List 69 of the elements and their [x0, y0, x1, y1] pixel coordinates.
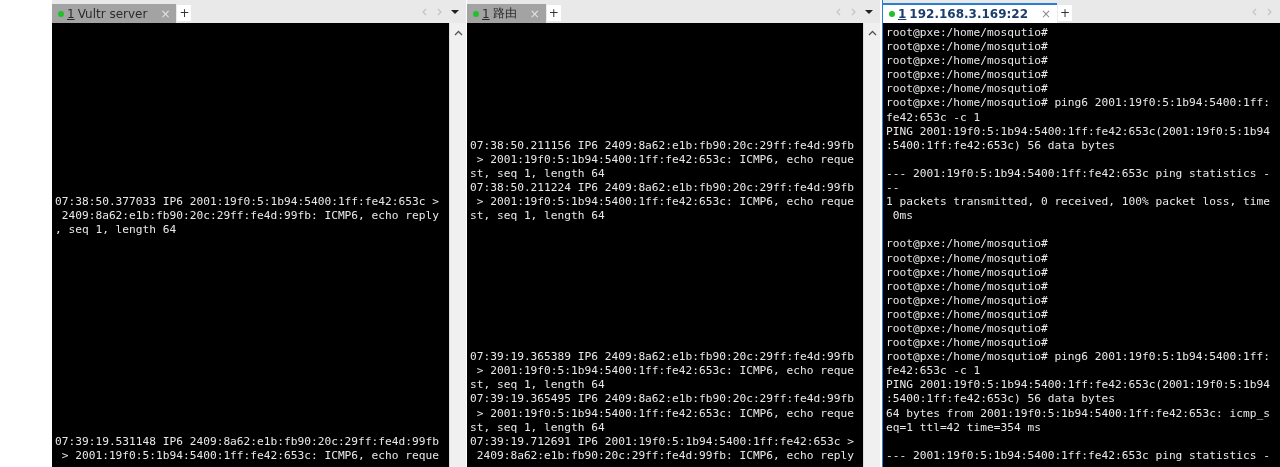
new-tab-button[interactable]: + — [177, 5, 192, 21]
terminal-line: root@pxe:/home/mosqutio# ping6 2001:19f0:5:1b94:5400:1ff: — [886, 96, 1271, 111]
terminal-line: st, seq 1, length 64 — [470, 166, 606, 182]
terminal-line: 0ms — [891, 209, 914, 224]
terminal-line: PING 2001:19f0:5:1b94:5400:1ff:fe42:653c(2001:19f0:5:1b94 — [886, 378, 1271, 393]
scrollbar[interactable] — [863, 23, 880, 467]
terminal-line: PING 2001:19f0:5:1b94:5400:1ff:fe42:653c(2001:19f0:5:1b94 — [886, 124, 1271, 139]
scroll-up-icon[interactable] — [867, 30, 877, 36]
terminal-line: root@pxe:/home/mosqutio# — [886, 307, 1049, 322]
terminal-line: 07:39:19.531148 IP6 2409:8a62:e1b:fb90:20c:29ff:fe4d:99fb — [55, 434, 440, 449]
terminal-line: 07:39:19.712691 IP6 2001:19f0:5:1b94:5400:1ff:fe42:653c > — [470, 434, 855, 449]
terminal-line: 07:39:19.365495 IP6 2409:8a62:e1b:fb90:20c:29ff:fe4d:99fb — [470, 392, 855, 407]
terminal-line: 07:38:50.377033 IP6 2001:19f0:5:1b94:5400:1ff:fe42:653c > — [55, 195, 440, 210]
terminal-line: > 2001:19f0:5:1b94:5400:1ff:fe42:653c: ICMP6, echo reque — [475, 364, 855, 379]
tab-scroll-arrows-icon[interactable] — [834, 7, 858, 17]
terminal-line: 2409:8a62:e1b:fb90:20c:29ff:fe4d:99fb: ICMP6, echo reply — [475, 448, 855, 463]
terminal-line: > 2001:19f0:5:1b94:5400:1ff:fe42:653c: ICMP6, echo reque — [60, 448, 440, 463]
tab-number: 1 — [898, 7, 907, 21]
scroll-up-icon[interactable] — [453, 30, 463, 36]
tab-title: Vultr server — [77, 6, 148, 21]
terminal-line: --- 2001:19f0:5:1b94:5400:1ff:fe42:653c ping statistics - — [886, 448, 1271, 463]
terminal-line: root@pxe:/home/mosqutio# — [886, 68, 1049, 83]
terminal-line: 2409:8a62:e1b:fb90:20c:29ff:fe4d:99fb: ICMP6, echo reply — [60, 209, 440, 224]
tab-title: 192.168.3.169:22 — [909, 7, 1029, 21]
terminal-line: st, seq 1, length 64 — [470, 420, 606, 435]
session-tab[interactable]: 1 Vultr server × — [52, 4, 177, 23]
dropdown-icon[interactable] — [450, 9, 460, 15]
terminal-line: > 2001:19f0:5:1b94:5400:1ff:fe42:653c: ICMP6, echo reque — [475, 195, 855, 210]
new-tab-button[interactable]: + — [546, 5, 561, 21]
session-tab[interactable]: 1 路由 × — [467, 4, 546, 23]
terminal-line: root@pxe:/home/mosqutio# — [886, 54, 1049, 69]
terminal-line: root@pxe:/home/mosqutio# — [886, 336, 1049, 351]
terminal-line: :5400:1ff:fe42:653c) 56 data bytes — [886, 392, 1116, 407]
terminal-line: 07:39:19.365389 IP6 2409:8a62:e1b:fb90:20c:29ff:fe4d:99fb — [470, 350, 855, 365]
terminal-line: st, seq 1, length 64 — [470, 378, 606, 393]
terminal-line: root@pxe:/home/mosqutio# — [886, 26, 1049, 41]
terminal-line: 07:38:50.211224 IP6 2409:8a62:e1b:fb90:20c:29ff:fe4d:99fb — [470, 181, 855, 196]
terminal-line: root@pxe:/home/mosqutio# — [886, 237, 1049, 252]
terminal-line: root@pxe:/home/mosqutio# — [886, 251, 1049, 266]
terminal-line: > 2001:19f0:5:1b94:5400:1ff:fe42:653c: ICMP6, echo reque — [475, 406, 855, 421]
close-tab-button[interactable]: × — [1041, 7, 1052, 21]
tab-scroll-arrows-icon[interactable] — [1250, 7, 1274, 17]
terminal-line: :5400:1ff:fe42:653c) 56 data bytes — [886, 138, 1116, 153]
terminal-line: fe42:653c -c 1 — [886, 110, 982, 125]
terminal-line: fe42:653c -c 1 — [886, 364, 982, 379]
terminal-line: , seq 1, length 64 — [55, 223, 178, 238]
terminal-line: root@pxe:/home/mosqutio# — [886, 293, 1049, 308]
terminal-line: root@pxe:/home/mosqutio# — [886, 321, 1049, 337]
terminal-line: root@pxe:/home/mosqutio# — [886, 82, 1049, 97]
tab-number: 1 — [482, 6, 490, 21]
new-tab-button[interactable]: + — [1058, 5, 1073, 21]
tab-title: 路由 — [492, 5, 517, 22]
terminal-line: 1 packets transmitted, 0 received, 100% packet loss, time — [886, 195, 1271, 210]
session-tab[interactable]: 1 192.168.3.169:22 × — [883, 3, 1058, 23]
tab-scroll-arrows-icon[interactable] — [420, 7, 444, 17]
terminal-line: -- — [886, 181, 901, 196]
dropdown-icon[interactable] — [864, 9, 874, 15]
terminal-line: > 2001:19f0:5:1b94:5400:1ff:fe42:653c: ICMP6, echo reque — [475, 152, 855, 167]
terminal-line: --- 2001:19f0:5:1b94:5400:1ff:fe42:653c ping statistics - — [886, 166, 1271, 182]
terminal-line: root@pxe:/home/mosqutio# — [886, 40, 1049, 55]
terminal-line: 07:38:50.211156 IP6 2409:8a62:e1b:fb90:20c:29ff:fe4d:99fb — [470, 138, 855, 153]
terminal-line: root@pxe:/home/mosqutio# ping6 2001:19f0:5:1b94:5400:1ff: — [886, 350, 1271, 365]
tab-number: 1 — [67, 6, 75, 21]
terminal-line: eq=1 ttl=42 time=354 ms — [886, 420, 1042, 435]
terminal-line: root@pxe:/home/mosqutio# — [886, 279, 1049, 294]
terminal-line: root@pxe:/home/mosqutio# — [886, 265, 1049, 280]
scrollbar[interactable] — [449, 23, 466, 467]
terminal-line: st, seq 1, length 64 — [470, 209, 606, 224]
terminal-line: 64 bytes from 2001:19f0:5:1b94:5400:1ff:fe42:653c: icmp_s — [886, 406, 1271, 421]
